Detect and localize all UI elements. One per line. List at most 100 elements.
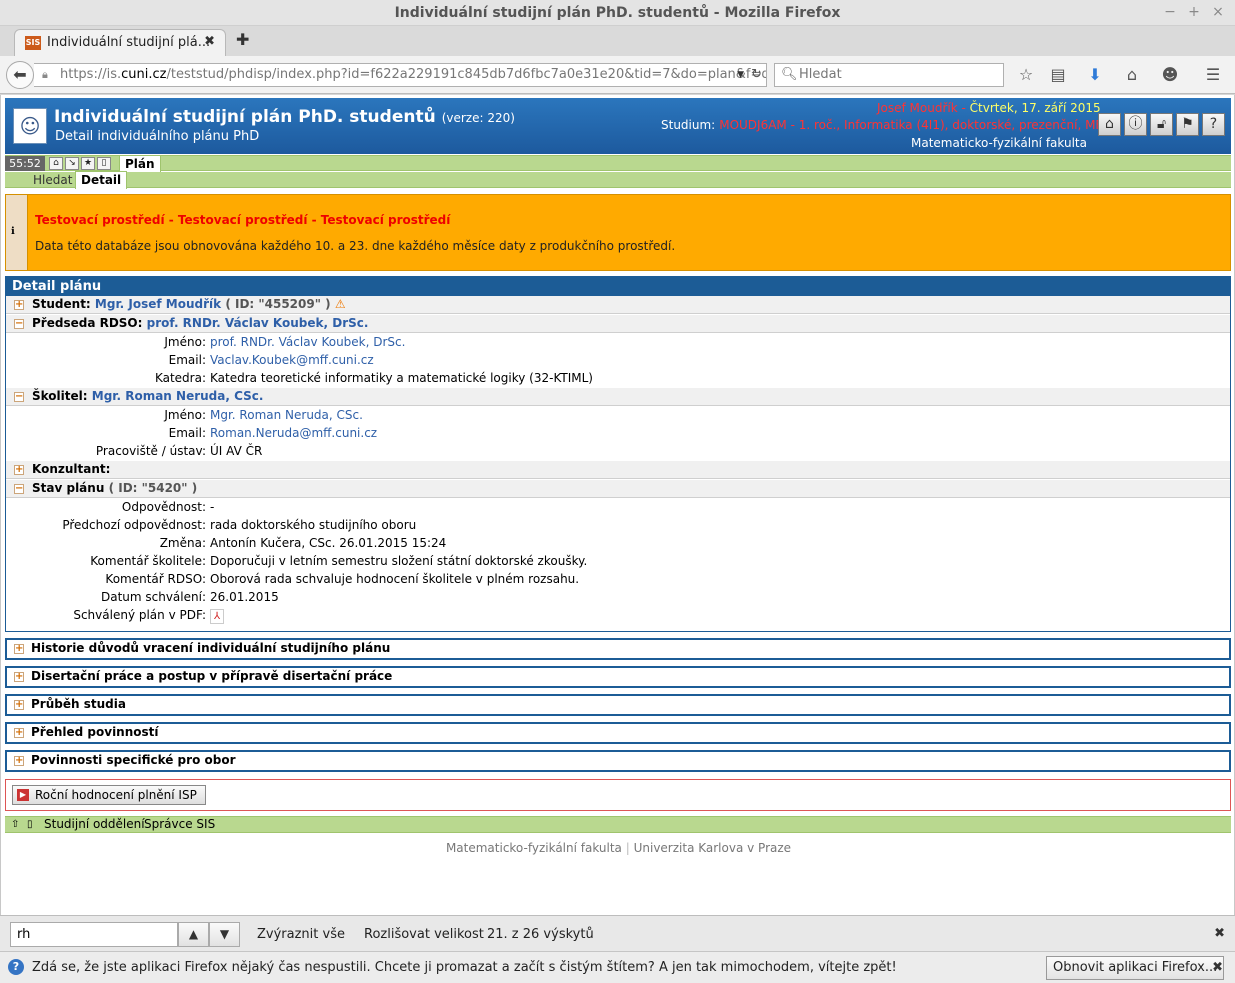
close-tab-icon[interactable]: ✖ [204, 34, 215, 49]
find-status: 21. z 26 výskytů [487, 927, 594, 942]
field-value: rada doktorského studijního oboru [210, 518, 417, 532]
field-label: Datum schválení: [100, 590, 206, 604]
consultant-row[interactable]: + Konzultant: [6, 461, 1230, 479]
test-environment-warning: ℹ Testovací prostředí - Testovací prostř… [5, 194, 1231, 271]
url-bar[interactable]: 🔒︎ https://is.cuni.cz/teststud/phdisp/in… [34, 63, 767, 87]
mini-arrow-icon[interactable]: ↘ [65, 157, 79, 170]
supervisor-row[interactable]: − Školitel: Mgr. Roman Neruda, CSc. [6, 388, 1230, 406]
expand-icon[interactable]: + [14, 672, 24, 682]
notification-bar: ? Zdá se, že jste aplikaci Firefox nějak… [0, 951, 1235, 983]
section-study-progress[interactable]: + Průběh studia [5, 694, 1231, 716]
section-title: Průběh studia [31, 697, 126, 711]
student-row[interactable]: + Student: Mgr. Josef Moudřík ( ID: "455… [6, 296, 1230, 314]
chair-field: Jméno: prof. RNDr. Václav Koubek, DrSc. [6, 333, 1230, 351]
mini-home-icon[interactable]: ⌂ [49, 157, 63, 170]
section-dissertation[interactable]: + Disertační práce a postup v přípravě di… [5, 666, 1231, 688]
footer-link-study-office[interactable]: Studijní oddělení [44, 817, 145, 832]
maximize-icon[interactable]: + [1186, 4, 1202, 20]
chair-row[interactable]: − Předseda RDSO: prof. RNDr. Václav Koub… [6, 315, 1230, 333]
logout-lock-icon[interactable]: 🔓︎ [1150, 113, 1173, 136]
page-subtitle: Detail individuálního plánu PhD [55, 129, 260, 144]
up-arrow-icon[interactable]: ⇧ [11, 817, 19, 832]
url-history-dropdown-icon[interactable]: ▼ [737, 64, 744, 86]
field-value: Oborová rada schvaluje hodnocení školite… [210, 572, 580, 586]
mini-print-icon[interactable]: ▯ [97, 157, 111, 170]
tab-search[interactable]: Hledat [33, 173, 72, 187]
reading-list-icon[interactable]: ▤ [1048, 65, 1068, 85]
supervisor-email-link[interactable]: Roman.Neruda@mff.cuni.cz [210, 424, 377, 442]
home-icon[interactable]: ⌂ [1122, 65, 1142, 85]
state-field: Komentář školitele: Doporučuji v letním s… [6, 552, 1230, 570]
sis-logo-icon[interactable]: ☺ [13, 108, 47, 144]
footer-link-sis-admin[interactable]: Správce SIS [144, 817, 215, 832]
pdf-icon[interactable]: ⅄ [210, 609, 224, 624]
plan-state-row[interactable]: − Stav plánu ( ID: "5420" ) [6, 480, 1230, 498]
url-path: /teststud/phdisp/index.php?id=f622a22919… [166, 67, 767, 82]
match-case-toggle[interactable]: Rozlišovat velikost [364, 927, 484, 942]
isp-evaluation-button[interactable]: ▶ Roční hodnocení plnění ISP [12, 785, 206, 805]
field-label: Pracoviště / ústav: [95, 444, 206, 458]
credit-separator: | [621, 841, 634, 855]
expand-icon[interactable]: + [14, 300, 24, 310]
downloads-icon[interactable]: ⬇ [1085, 65, 1105, 85]
collapse-icon[interactable]: − [14, 484, 24, 494]
help-icon[interactable]: ? [1202, 113, 1225, 136]
expand-icon[interactable]: + [14, 728, 24, 738]
field-label: Katedra: [154, 371, 206, 385]
chair-email-link[interactable]: Vaclav.Koubek@mff.cuni.cz [210, 351, 374, 369]
tab-plan[interactable]: Plán [119, 155, 161, 172]
tab-detail[interactable]: Detail [75, 171, 128, 189]
chair-field: Katedra: Katedra teoretické informatiky a… [6, 369, 1230, 387]
chair-name-value[interactable]: prof. RNDr. Václav Koubek, DrSc. [210, 333, 405, 351]
language-flag-icon[interactable]: ⚑ [1176, 113, 1199, 136]
refresh-firefox-button[interactable]: Obnovit aplikaci Firefox... [1046, 956, 1225, 980]
close-notification-icon[interactable]: ✖ [1212, 960, 1223, 975]
reload-icon[interactable]: ↻ [751, 64, 762, 86]
supervisor-name-value[interactable]: Mgr. Roman Neruda, CSc. [210, 406, 363, 424]
collapse-icon[interactable]: − [14, 319, 24, 329]
expand-icon[interactable]: + [14, 700, 24, 710]
minimize-icon[interactable]: − [1162, 4, 1178, 20]
expand-icon[interactable]: + [14, 756, 24, 766]
expand-icon[interactable]: + [14, 465, 24, 475]
credit-university-link[interactable]: Univerzita Karlova v Praze [634, 841, 791, 855]
highlight-all-toggle[interactable]: Zvýraznit vše [257, 927, 345, 942]
window-titlebar: Individuální studijní plán PhD. studentů… [0, 0, 1235, 26]
subtab-bar: Hledat Detail [5, 171, 1231, 189]
home-button-icon[interactable]: ⌂ [1098, 113, 1121, 136]
find-next-button[interactable]: ▼ [209, 922, 240, 947]
student-name-link[interactable]: Mgr. Josef Moudřík [95, 297, 221, 311]
back-arrow-icon[interactable]: ⬅ [6, 61, 34, 89]
menu-icon[interactable]: ☰ [1203, 65, 1223, 85]
plan-state-label: Stav plánu [32, 481, 105, 495]
user-name[interactable]: Josef Moudřík [877, 101, 958, 115]
supervisor-name-link[interactable]: Mgr. Roman Neruda, CSc. [92, 389, 264, 403]
credit-faculty-link[interactable]: Matematicko-fyzikální fakulta [446, 841, 622, 855]
browser-tab[interactable]: SIS Individuální studijní plá... ✖ [14, 29, 226, 56]
find-previous-button[interactable]: ▲ [178, 922, 209, 947]
info-icon: ℹ [11, 226, 15, 237]
bookmark-star-icon[interactable]: ☆ [1016, 65, 1036, 85]
chair-name-link[interactable]: prof. RNDr. Václav Koubek, DrSc. [147, 316, 369, 330]
field-label: Schválený plán v PDF: [73, 608, 206, 622]
search-input[interactable]: 🔍︎ Hledat [774, 63, 1004, 87]
field-label: Jméno: [164, 408, 206, 422]
section-obligations[interactable]: + Přehled povinností [5, 722, 1231, 744]
study-selector[interactable]: Studium: MOUDJ6AM - 1. roč., Informatika … [661, 118, 1120, 132]
collapse-icon[interactable]: − [14, 392, 24, 402]
close-find-icon[interactable]: ✖ [1214, 926, 1225, 941]
window-title: Individuální studijní plán PhD. studentů… [394, 5, 841, 21]
expand-icon[interactable]: + [14, 644, 24, 654]
info-button-icon[interactable]: ⓘ [1124, 113, 1147, 136]
mini-star-icon[interactable]: ★ [81, 157, 95, 170]
new-tab-icon[interactable]: ✚ [236, 30, 249, 49]
print-icon[interactable]: ▯ [27, 817, 33, 832]
close-window-icon[interactable]: × [1210, 4, 1226, 20]
section-history[interactable]: + Historie důvodů vracení individuální st… [5, 638, 1231, 660]
chat-icon[interactable]: ☻ [1160, 65, 1180, 85]
find-input[interactable]: rh [10, 922, 178, 947]
question-icon: ? [8, 959, 24, 975]
study-value[interactable]: MOUDJ6AM - 1. roč., Informatika (4I1), d… [719, 118, 1109, 132]
plan-detail-heading: Detail plánu [6, 277, 1230, 296]
section-field-obligations[interactable]: + Povinnosti specifické pro obor [5, 750, 1231, 772]
